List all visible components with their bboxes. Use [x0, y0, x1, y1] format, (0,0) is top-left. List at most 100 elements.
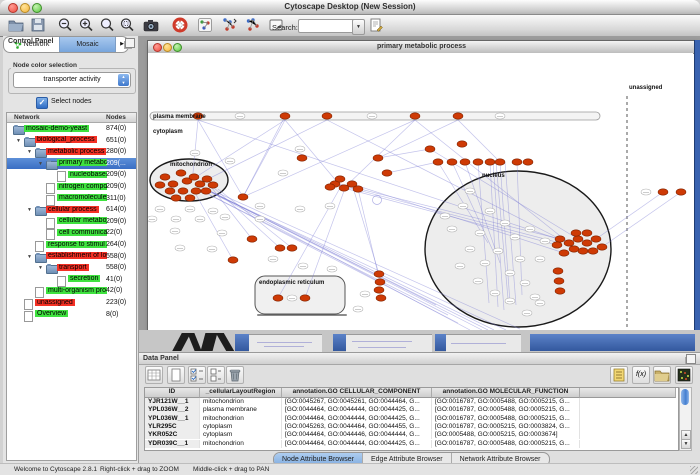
network-node-selected[interactable] — [382, 170, 392, 176]
tree-expand-arrow-icon[interactable]: ▼ — [27, 254, 32, 260]
tree-row[interactable]: ▼cellular process614(0) — [7, 204, 136, 216]
tree-row[interactable]: ▼biological_process651(0) — [7, 135, 136, 147]
table-cell[interactable]: mitochondrion — [200, 415, 282, 423]
unselect-attributes-icon[interactable] — [207, 366, 225, 384]
table-cell[interactable]: [GO:0044464, GO:0044444, GO:0044425, G..… — [282, 415, 432, 423]
tree-row[interactable]: ▼metabolic process280(0) — [7, 146, 136, 158]
control-panel-float-icon[interactable] — [125, 38, 135, 48]
tree-row[interactable]: macromolecule311(0) — [7, 193, 136, 205]
network-node-selected[interactable] — [582, 240, 592, 246]
open-file-icon[interactable] — [8, 17, 24, 33]
network-node-unselected[interactable] — [480, 260, 490, 266]
network-node-unselected[interactable] — [360, 291, 370, 297]
network-node-selected[interactable] — [512, 159, 522, 165]
network-node-selected[interactable] — [375, 279, 385, 285]
zoom-fit-icon[interactable] — [119, 17, 135, 33]
network-node-selected[interactable] — [555, 288, 565, 294]
tree-expand-arrow-icon[interactable]: ▼ — [27, 207, 32, 213]
network-node-unselected[interactable] — [268, 256, 278, 262]
network-node-unselected[interactable] — [295, 206, 305, 212]
network-node-selected[interactable] — [325, 184, 335, 190]
network-node-selected[interactable] — [591, 236, 601, 242]
table-cell[interactable]: [GO:0016787, GO:0005488, GO:0005215, G..… — [432, 406, 580, 414]
network-node-selected[interactable] — [374, 287, 384, 293]
network-node-selected[interactable] — [353, 186, 363, 192]
network-node-unselected[interactable] — [530, 294, 540, 300]
zoom-selected-icon[interactable] — [99, 17, 115, 33]
enhanced-search-icon[interactable] — [368, 17, 384, 33]
network-node-selected[interactable] — [171, 195, 181, 201]
network-node-unselected[interactable] — [235, 113, 245, 119]
network-node-unselected[interactable] — [353, 306, 363, 312]
network-node-selected[interactable] — [555, 236, 565, 242]
network-node-selected[interactable] — [228, 257, 238, 263]
network-node-unselected[interactable] — [208, 208, 218, 214]
import-attributes-icon[interactable] — [653, 366, 671, 384]
network-node-selected[interactable] — [287, 245, 297, 251]
network-node-unselected[interactable] — [540, 238, 550, 244]
network-node-unselected[interactable] — [535, 256, 545, 262]
network-node-selected[interactable] — [658, 189, 668, 195]
network-node-unselected[interactable] — [220, 214, 230, 220]
network-node-unselected[interactable] — [148, 216, 157, 222]
scrollbar-thumb[interactable] — [681, 389, 689, 405]
network-node-unselected[interactable] — [447, 226, 457, 232]
resize-grip[interactable] — [690, 466, 698, 474]
network-node-unselected[interactable] — [505, 298, 515, 304]
network-node-selected[interactable] — [374, 271, 384, 277]
network-node-selected[interactable] — [676, 189, 686, 195]
table-cell[interactable]: [GO:0016787, GO:0005488, GO:0005215, G..… — [432, 415, 580, 423]
network-node-selected[interactable] — [553, 268, 563, 274]
network-node-unselected[interactable] — [278, 170, 288, 176]
table-cell[interactable]: [GO:0045263, GO:0044464, GO:0044455, G..… — [282, 423, 432, 431]
network-node-selected[interactable] — [573, 236, 583, 242]
network-node-unselected[interactable] — [485, 208, 495, 214]
network-node-unselected[interactable] — [535, 300, 545, 306]
vizmapper-icon[interactable] — [197, 17, 213, 33]
network-node-unselected[interactable] — [455, 263, 465, 269]
delete-attribute-icon[interactable] — [226, 366, 244, 384]
network-node-selected[interactable] — [582, 230, 592, 236]
network-node-unselected[interactable] — [298, 263, 308, 269]
network-node-unselected[interactable] — [641, 189, 651, 195]
tree-row[interactable]: nitrogen compo209(0) — [7, 181, 136, 193]
network-node-selected[interactable] — [280, 113, 290, 119]
network-node-selected[interactable] — [176, 170, 186, 176]
network-node-selected[interactable] — [578, 248, 588, 254]
table-cell[interactable]: [GO:0016787, GO:0005488, GO:0005215, G..… — [432, 440, 580, 448]
snapshot-icon[interactable] — [143, 17, 159, 33]
network-node-selected[interactable] — [238, 194, 248, 200]
network-node-selected[interactable] — [495, 159, 505, 165]
attribute-table-icon[interactable] — [145, 366, 163, 384]
tree-row[interactable]: ▼establishment of lo558(0) — [7, 251, 136, 263]
network-node-selected[interactable] — [552, 242, 562, 248]
network-node-unselected[interactable] — [510, 234, 520, 240]
table-cell[interactable]: YLR295C — [145, 423, 200, 431]
network-node-selected[interactable] — [202, 176, 212, 182]
layout-apply-icon[interactable] — [245, 17, 261, 33]
network-node-unselected[interactable] — [207, 246, 217, 252]
network-node-selected[interactable] — [247, 236, 257, 242]
table-cell[interactable]: [GO:0045267, GO:0045261, GO:0044464, G..… — [282, 398, 432, 406]
network-node-unselected[interactable] — [155, 206, 165, 212]
network-node-unselected[interactable] — [505, 270, 515, 276]
network-node-selected[interactable] — [433, 159, 443, 165]
tree-row[interactable]: response to stimul264(0) — [7, 239, 136, 251]
network-node-selected[interactable] — [523, 159, 533, 165]
tree-row[interactable]: cell communicat22(0) — [7, 227, 136, 239]
network-node-unselected[interactable] — [520, 280, 530, 286]
node-color-dropdown[interactable]: transporter activity ▲▼ — [13, 72, 131, 88]
tree-row[interactable]: secretion41(0) — [7, 274, 136, 286]
table-column-header[interactable]: _cellularLayoutRegion — [200, 388, 282, 398]
network-node-selected[interactable] — [569, 246, 579, 252]
network-node-selected[interactable] — [201, 188, 211, 194]
network-node-unselected[interactable] — [225, 158, 235, 164]
table-column-header[interactable] — [580, 388, 676, 398]
network-node-selected[interactable] — [410, 113, 420, 119]
table-cell[interactable]: [GO:0044464, GO:0044444, GO:0044425, G..… — [282, 440, 432, 448]
function-builder-icon[interactable]: f(x) — [632, 366, 650, 384]
matrix-icon[interactable] — [675, 366, 693, 384]
table-cell[interactable]: [GO:0044464, GO:0044444, GO:0044425, G..… — [282, 406, 432, 414]
tree-header[interactable]: Network Nodes — [7, 113, 136, 123]
save-icon[interactable] — [30, 17, 46, 33]
